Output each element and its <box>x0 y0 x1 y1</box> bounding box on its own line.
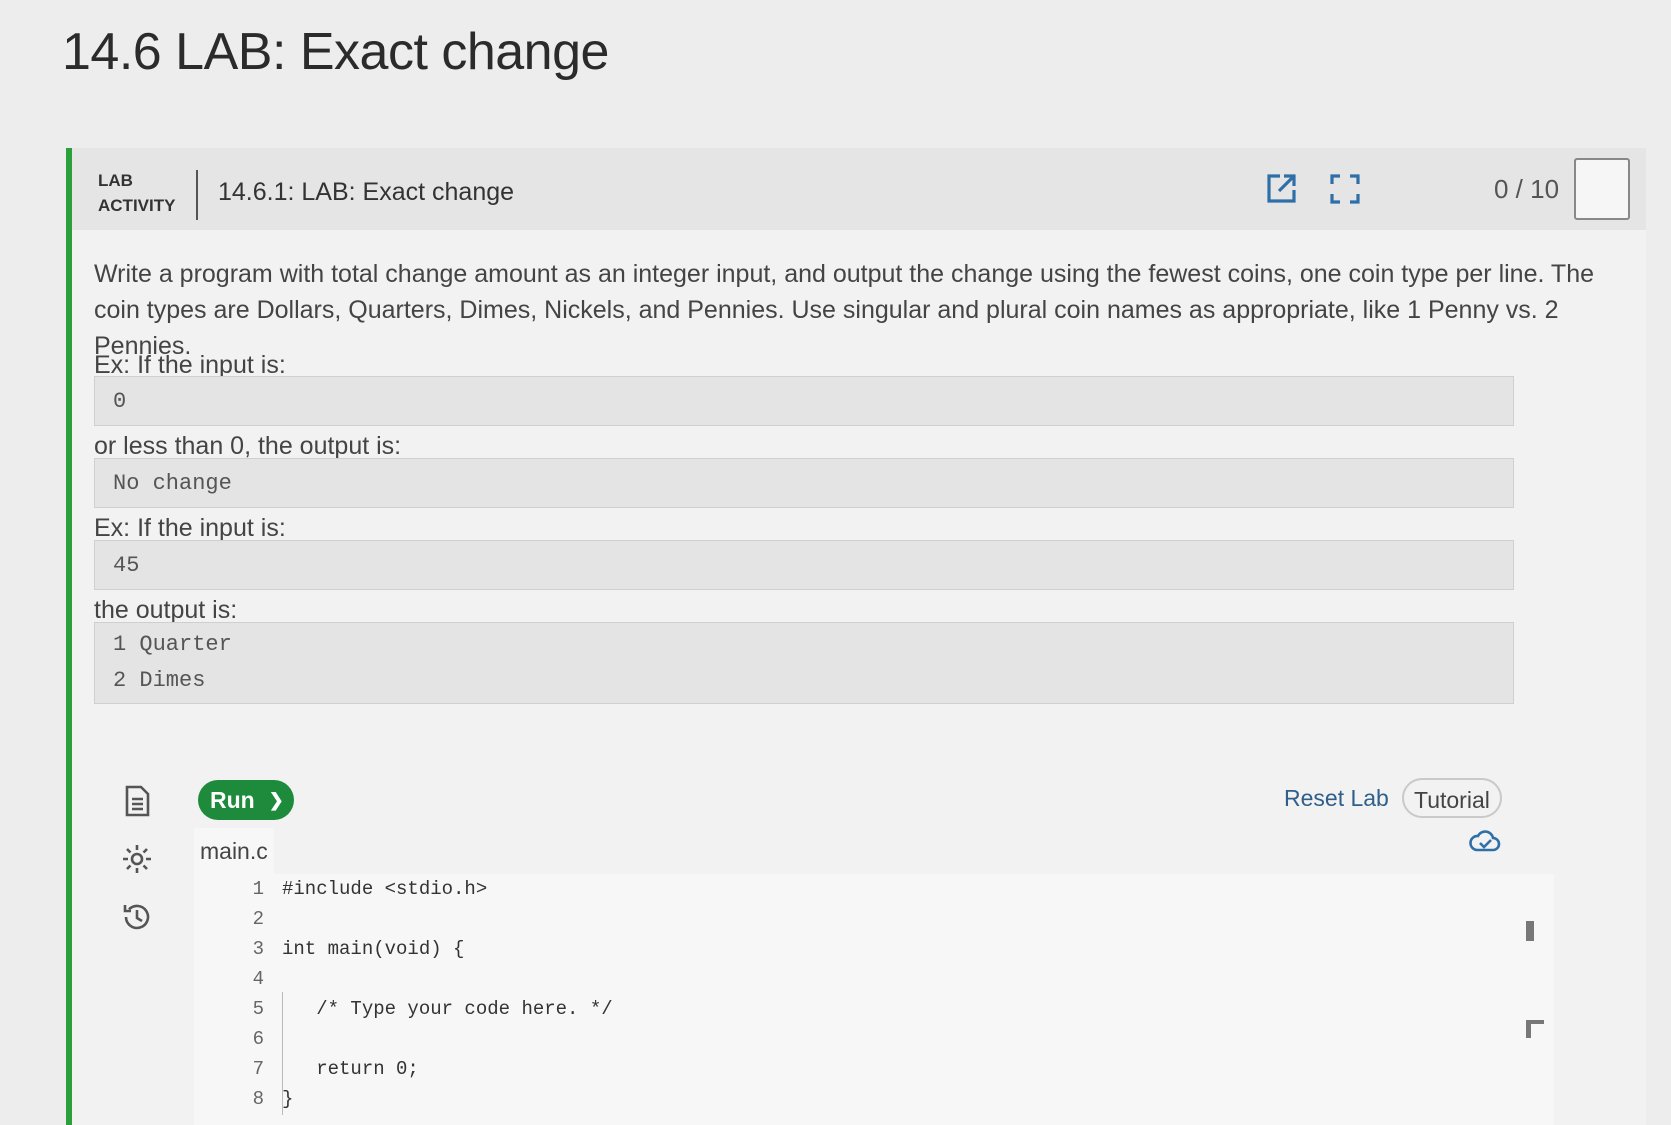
example2-label: Ex: If the input is: <box>94 514 286 542</box>
code-line[interactable]: #include <stdio.h> <box>282 874 613 904</box>
scrollbar-thumb[interactable] <box>1526 921 1534 941</box>
line-number: 2 <box>252 908 264 930</box>
line-number: 8 <box>252 1088 264 1110</box>
page-title: 14.6 LAB: Exact change <box>62 23 609 81</box>
line-number: 5 <box>252 998 264 1020</box>
code-line[interactable]: return 0; <box>282 1054 613 1084</box>
code-line[interactable]: } <box>282 1084 613 1114</box>
completion-box <box>1574 158 1630 220</box>
score: 0 / 10 <box>1494 174 1560 204</box>
badge-line1: LAB <box>98 171 133 190</box>
header-divider <box>196 170 198 220</box>
fullscreen-icon[interactable] <box>1328 172 1362 206</box>
tutorial-button[interactable]: Tutorial <box>1402 778 1502 818</box>
line-number: 7 <box>252 1058 264 1080</box>
output-line: 2 Dimes <box>113 668 206 693</box>
lab-activity-badge: LAB ACTIVITY <box>98 168 175 218</box>
example2-output: 1 Quarter 2 Dimes <box>94 622 1514 704</box>
line-number: 1 <box>252 878 264 900</box>
history-icon[interactable] <box>120 900 154 934</box>
run-button[interactable]: Run ❯ <box>198 780 294 820</box>
lab-name: 14.6.1: LAB: Exact change <box>218 178 515 206</box>
cloud-saved-icon <box>1468 824 1502 858</box>
code-line[interactable] <box>282 904 613 934</box>
code-line[interactable]: /* Type your code here. */ <box>282 994 612 1024</box>
reset-lab-button[interactable]: Reset Lab <box>1284 778 1389 818</box>
line-number-gutter: 1 2 3 4 5 6 7 8 <box>194 874 264 1114</box>
line-number: 3 <box>252 938 264 960</box>
file-tab-main-c[interactable]: main.c <box>194 828 274 874</box>
example1-output: No change <box>94 458 1514 508</box>
scroll-marker-stem <box>1526 1020 1531 1038</box>
example2-output-label: the output is: <box>94 596 238 624</box>
code-line[interactable] <box>282 964 613 994</box>
example1-output-label: or less than 0, the output is: <box>94 432 402 460</box>
lab-card: LAB ACTIVITY 14.6.1: LAB: Exact change 0… <box>66 148 1646 1125</box>
example2-input: 45 <box>94 540 1514 590</box>
badge-line2: ACTIVITY <box>98 196 176 215</box>
output-line: 1 Quarter <box>113 632 232 657</box>
file-icon[interactable] <box>120 784 154 818</box>
lab-header: LAB ACTIVITY 14.6.1: LAB: Exact change 0… <box>72 148 1646 230</box>
example1-input: 0 <box>94 376 1514 426</box>
run-label: Run <box>210 786 255 813</box>
code-editor[interactable]: 1 2 3 4 5 6 7 8 #include <stdio.h> int m… <box>194 874 1554 1125</box>
settings-gear-icon[interactable] <box>120 842 154 876</box>
code-lines[interactable]: #include <stdio.h> int main(void) { /* T… <box>282 874 613 1114</box>
chevron-down-icon[interactable]: ❯ <box>269 790 284 811</box>
open-external-icon[interactable] <box>1264 172 1298 206</box>
line-number: 6 <box>252 1028 264 1050</box>
line-number: 4 <box>252 968 264 990</box>
lab-description: Write a program with total change amount… <box>94 260 1595 360</box>
code-line[interactable]: int main(void) { <box>282 934 613 964</box>
code-line[interactable] <box>282 1024 613 1054</box>
